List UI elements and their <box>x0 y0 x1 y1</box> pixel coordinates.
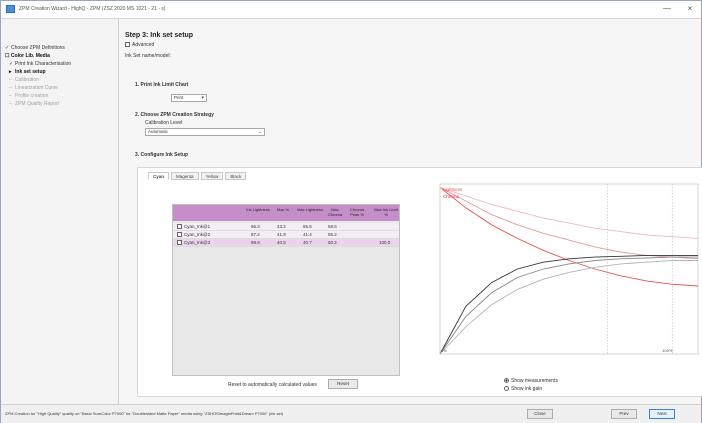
intro-text: Ink Set name/model: <box>125 53 171 59</box>
ink-table: Ink Lightness Max % Max Lightness Max Ch… <box>172 204 400 376</box>
table-row[interactable]: Cyan_Ink@3 98.9 40.5 40.7 60.2 100.0 <box>173 239 399 247</box>
sidebar-item-label: Color Lib. Media <box>11 53 50 59</box>
chevron-down-icon: ▾ <box>201 95 204 101</box>
sidebar-item-label: Ink set setup <box>15 69 46 75</box>
tab-cyan[interactable]: Cyan <box>148 172 170 180</box>
table-cell: 40.7 <box>303 240 312 245</box>
column-header: Max % <box>276 207 290 212</box>
table-cell: 58.6 <box>328 224 337 229</box>
auto-calc-text: Reset to automatically calculated values <box>228 382 317 388</box>
table-row[interactable]: Cyan_Ink@1 96.3 43.2 85.6 58.6 <box>173 223 399 231</box>
column-header: Max Chroma <box>327 207 343 217</box>
table-row[interactable]: Cyan_Ink@2 87.2 41.9 41.4 55.2 <box>173 231 399 239</box>
tab-magenta[interactable]: Magenta <box>171 172 199 180</box>
radio-label: Show measurements <box>511 378 558 384</box>
tab-yellow[interactable]: Yellow <box>200 172 224 180</box>
table-cell: 87.2 <box>251 232 260 237</box>
table-cell: 85.6 <box>303 224 312 229</box>
legend-label: Chroma <box>443 194 460 199</box>
status-text: ZPM Creation for "High Quality" quality … <box>5 411 284 416</box>
section3-title: 3. Configure Ink Setup <box>135 152 189 158</box>
sidebar-item-linearization: – Linearization Curve <box>9 85 58 91</box>
table-cell: 43.2 <box>277 224 286 229</box>
radio-icon <box>504 378 509 384</box>
sidebar-item-calibration: – Calibration <box>9 77 39 83</box>
column-header: Max Ink Limit % <box>374 207 398 217</box>
row-name: Cyan_Ink@3 <box>177 240 210 246</box>
app-icon <box>6 5 15 13</box>
table-cell: 98.9 <box>251 240 260 245</box>
prev-button[interactable]: Prev <box>611 409 637 419</box>
chevron-down-icon: ⌄ <box>257 129 262 135</box>
row-name: Cyan_Ink@2 <box>177 232 210 238</box>
close-window-button[interactable]: × <box>684 4 696 14</box>
next-button[interactable]: Next <box>649 409 675 419</box>
show-measurements-radio[interactable]: Show measurements <box>504 378 558 384</box>
advanced-checkbox[interactable]: Advanced <box>125 42 154 48</box>
wizard-steps-sidebar: ✓ Choose ZPM Definitions ☐ Color Lib. Medi… <box>1 19 119 404</box>
title-bar: ZPM Creation Wizard - HighQ - ZPM (ZSZ 2… <box>1 1 701 19</box>
checkbox-icon <box>125 42 130 48</box>
table-cell: 55.2 <box>328 232 337 237</box>
page-title: Step 3: Ink set setup <box>125 32 194 39</box>
minimize-button[interactable]: — <box>661 4 673 14</box>
table-header: Ink Lightness Max % Max Lightness Max Ch… <box>173 205 399 221</box>
sidebar-item-quality-report: – ZPM Quality Report <box>9 101 59 107</box>
strategy-value: Automatic <box>148 129 169 134</box>
status-bar: ZPM Creation for "High Quality" quality … <box>1 404 701 423</box>
column-header: Chroma Peak % <box>349 207 365 217</box>
print-chart-button[interactable]: Print ▾ <box>171 94 207 102</box>
checkbox-icon <box>177 224 182 230</box>
row-name: Cyan_Ink@1 <box>177 224 210 230</box>
checkbox-icon <box>177 232 182 238</box>
tab-black[interactable]: Black <box>225 172 247 180</box>
sidebar-item-label: ZPM Quality Report <box>15 101 59 107</box>
advanced-label: Advanced <box>132 42 155 48</box>
sidebar-item-print-ink[interactable]: ✓ Print Ink Characterisation <box>9 61 71 67</box>
table-cell: 41.9 <box>277 232 286 237</box>
sidebar-item-ink-set-setup[interactable]: ▸ Ink set setup <box>9 69 46 75</box>
strategy-select[interactable]: Automatic ⌄ <box>145 128 265 136</box>
table-cell: 40.5 <box>277 240 286 245</box>
table-cell: 41.4 <box>303 232 312 237</box>
table-cell: 96.3 <box>251 224 260 229</box>
window-title: ZPM Creation Wizard - HighQ - ZPM (ZSZ 2… <box>19 6 166 12</box>
sidebar-item-profile-creation: – Profile creation <box>9 93 48 99</box>
table-cell: 100.0 <box>379 240 391 245</box>
sidebar-item-label: Linearization Curve <box>15 85 59 91</box>
print-button-label: Print <box>174 95 184 100</box>
app-window: ZPM Creation Wizard - HighQ - ZPM (ZSZ 2… <box>0 0 702 423</box>
ink-tabs: Cyan Magenta Yellow Black <box>148 172 248 180</box>
radio-label: Show ink gain <box>511 386 543 392</box>
x-end-label: 100% <box>662 348 673 353</box>
ink-setup-panel: Cyan Magenta Yellow Black Ink Lightness Max… <box>137 167 702 397</box>
sidebar-item-choose-definitions[interactable]: ✓ Choose ZPM Definitions <box>5 45 65 51</box>
sidebar-item-label: Choose ZPM Definitions <box>11 45 65 51</box>
plot-area <box>439 183 699 355</box>
reset-button[interactable]: Reset <box>328 379 358 389</box>
section2-title: 2. Choose ZPM Creation Strategy <box>135 112 214 118</box>
table-cell: 60.2 <box>328 240 337 245</box>
column-header: Max Lightness <box>297 207 323 212</box>
ink-curve-chart: Lightness Chroma 0% 100% <box>439 183 699 355</box>
sidebar-item-color-lib-media[interactable]: ☐ Color Lib. Media <box>5 53 50 59</box>
column-header: Ink Lightness <box>246 207 270 212</box>
x-start-label: 0% <box>441 348 447 353</box>
section1-title: 1. Print Ink Limit Chart <box>135 82 189 88</box>
sidebar-item-label: Profile creation <box>15 93 49 99</box>
checkbox-icon <box>177 240 182 246</box>
sidebar-item-label: Calibration <box>15 77 39 83</box>
legend-label: Lightness <box>443 187 463 192</box>
radio-icon <box>504 386 509 392</box>
show-ink-gain-radio[interactable]: Show ink gain <box>504 386 542 392</box>
calibration-level-label: Calibration Level <box>145 120 183 126</box>
sidebar-item-label: Print Ink Characterisation <box>15 61 72 67</box>
main-content: Step 3: Ink set setup Advanced Ink Set n… <box>119 19 702 404</box>
close-button[interactable]: Close <box>527 409 553 419</box>
